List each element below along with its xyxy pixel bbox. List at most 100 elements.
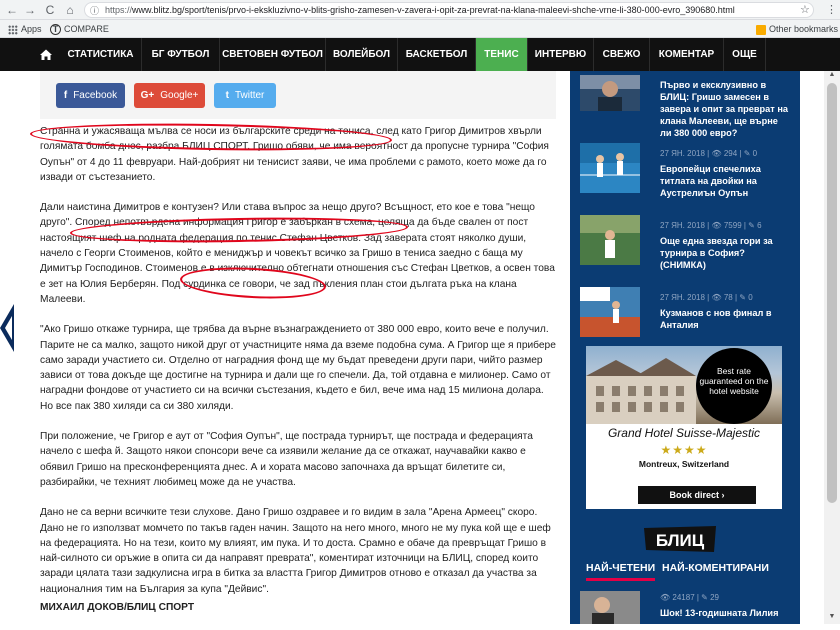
- page-scrollbar[interactable]: ▲ ▼: [824, 71, 840, 624]
- news-views: 78: [723, 293, 733, 302]
- article-paragraph: Дано не са верни всичките тези слухове. …: [40, 507, 551, 595]
- news-title: Кузманов с нов финал в Анталия: [660, 308, 772, 330]
- news-comments: 29: [710, 593, 720, 602]
- forward-arrow-icon[interactable]: →: [22, 2, 38, 18]
- home-nav-icon[interactable]: [34, 38, 58, 71]
- news-title: Европейци спечелиха титлата на двойки на…: [660, 164, 761, 198]
- reload-icon[interactable]: C: [42, 2, 58, 18]
- browser-toolbar: ← → C ⌂ https://www.blitz.bg/sport/tenis…: [0, 0, 840, 20]
- article-paragraph: Странна и ужасяваща мълва се носи из бъл…: [40, 126, 549, 183]
- nav-item-volleyball[interactable]: ВОЛЕЙБОЛ: [326, 38, 398, 71]
- home-icon[interactable]: ⌂: [62, 2, 78, 18]
- news-thumbnail: [580, 143, 640, 193]
- url-protocol: https://: [105, 5, 133, 15]
- tab-most-read[interactable]: НАЙ-ЧЕТЕНИ: [586, 555, 656, 581]
- site-navigation: СТАТИСТИКА БГ ФУТБОЛ СВЕТОВЕН ФУТБОЛ ВОЛ…: [0, 38, 840, 71]
- nav-item-bg-football[interactable]: БГ ФУТБОЛ: [142, 38, 220, 71]
- google-plus-icon: G+: [140, 90, 155, 101]
- share-bar: f Facebook G+ Google+ t Twitter: [40, 71, 556, 119]
- blic-logo: БЛИЦ: [644, 526, 716, 552]
- news-comments: 0: [752, 149, 758, 158]
- bookmark-other-label: Other bookmarks: [769, 24, 839, 34]
- nav-item-tennis[interactable]: ТЕНИС: [476, 38, 528, 71]
- nav-item-statistics[interactable]: СТАТИСТИКА: [60, 38, 142, 71]
- nav-item-interview[interactable]: ИНТЕРВЮ: [528, 38, 594, 71]
- views-icon: 👁: [711, 149, 722, 158]
- popular-news-item[interactable]: 👁 24187 | ✎ 29 Шок! 13-годишната Лилия: [580, 591, 790, 624]
- hotel-location: Montreux, Switzerland: [638, 459, 730, 469]
- article-paragraph: Дали наистина Димитров е контузен? Или с…: [40, 202, 555, 305]
- news-meta: 27 ЯН. 2018 | 👁 294 | ✎ 0: [660, 149, 758, 158]
- comments-icon: ✎: [748, 221, 755, 230]
- news-title: Шок! 13-годишната Лилия: [660, 608, 779, 618]
- bookmark-star-icon[interactable]: ☆: [800, 3, 810, 16]
- scroll-down-icon[interactable]: ▼: [824, 613, 840, 620]
- sidebar-news-item[interactable]: 27 ЯН. 2018 | 👁 78 | ✎ 0 Кузманов с нов …: [580, 287, 790, 343]
- article-byline: МИХАИЛ ДОКОВ/БЛИЦ СПОРТ: [40, 602, 195, 614]
- bookmark-compare-label: COMPARE: [64, 24, 109, 34]
- nav-item-fresh[interactable]: СВЕЖО: [594, 38, 650, 71]
- back-arrow-icon[interactable]: ←: [4, 2, 20, 18]
- book-direct-button[interactable]: Book direct ›: [638, 486, 756, 504]
- news-thumbnail: [580, 287, 640, 337]
- news-meta: 27 ЯН. 2018 | 👁 78 | ✎ 0: [660, 293, 753, 302]
- tab-most-commented[interactable]: НАЙ-КОМЕНТИРАНИ: [662, 555, 769, 581]
- twitter-share-button[interactable]: t Twitter: [214, 83, 276, 108]
- hotel-advertisement[interactable]: Best rate guaranteed on the hotel websit…: [586, 346, 782, 509]
- blic-logo-text: БЛИЦ: [656, 531, 705, 550]
- best-rate-badge: Best rate guaranteed on the hotel websit…: [696, 348, 772, 424]
- nav-item-more[interactable]: ОЩЕ: [724, 38, 766, 71]
- views-icon: 👁: [660, 593, 671, 602]
- scrollbar-thumb[interactable]: [827, 83, 837, 503]
- folder-icon: [756, 24, 766, 35]
- sidebar-news-item[interactable]: 27 ЯН. 2018 | 👁 7599 | ✎ 6 Още една звез…: [580, 215, 790, 271]
- hotel-stars-icon: ★★★★: [660, 443, 708, 457]
- bookmark-apps[interactable]: Apps: [8, 23, 42, 35]
- prev-article-arrow-inner: [5, 316, 12, 340]
- info-icon[interactable]: ⓘ: [90, 4, 99, 17]
- google-share-label: Google+: [160, 90, 199, 101]
- nav-item-basketball[interactable]: БАСКЕТБОЛ: [398, 38, 476, 71]
- twitter-icon: t: [225, 90, 229, 101]
- bookmark-compare[interactable]: T COMPARE: [50, 23, 109, 35]
- article-body: Странна и ужасяваща мълва се носи из бъл…: [40, 124, 556, 630]
- news-date: 27 ЯН. 2018: [660, 221, 705, 230]
- news-title: Първо и ексклузивно в БЛИЦ: Гришо замесе…: [660, 80, 788, 138]
- url-text: www.blitz.bg/sport/tenis/prvo-i-ekskluzi…: [132, 5, 735, 15]
- news-thumbnail: [580, 591, 640, 624]
- news-title: Още една звезда гори за турнира в София?…: [660, 236, 773, 270]
- news-thumbnail: [580, 75, 640, 111]
- scroll-up-icon[interactable]: ▲: [824, 71, 840, 78]
- news-comments: 6: [757, 221, 762, 230]
- news-meta: 👁 24187 | ✎ 29: [660, 593, 720, 602]
- news-views: 24187: [672, 593, 695, 602]
- facebook-share-button[interactable]: f Facebook: [56, 83, 125, 108]
- compare-logo-icon: T: [50, 24, 61, 35]
- news-date: 27 ЯН. 2018: [660, 293, 705, 302]
- nav-item-world-football[interactable]: СВЕТОВЕН ФУТБОЛ: [220, 38, 326, 71]
- nav-item-comment[interactable]: КОМЕНТАР: [650, 38, 724, 71]
- news-comments: 0: [748, 293, 753, 302]
- google-share-button[interactable]: G+ Google+: [134, 83, 205, 108]
- article-paragraph: При положение, че Григор е аут от "София…: [40, 431, 533, 488]
- comments-icon: ✎: [743, 149, 751, 158]
- bookmark-apps-label: Apps: [21, 24, 42, 34]
- browser-menu-icon[interactable]: ⋮: [826, 3, 837, 16]
- article-paragraph: "Ако Гришо откаже турнира, ще трябва да …: [40, 324, 556, 412]
- facebook-icon: f: [63, 90, 68, 101]
- sidebar-news-item[interactable]: 27 ЯН. 2018 | 👁 294 | ✎ 0 Европейци спеч…: [580, 143, 790, 199]
- bookmark-other[interactable]: Other bookmarks: [756, 23, 838, 35]
- address-bar[interactable]: https://www.blitz.bg/sport/tenis/prvo-i-…: [84, 2, 814, 18]
- twitter-share-label: Twitter: [234, 90, 265, 101]
- apps-grid-icon: [8, 24, 18, 35]
- facebook-share-label: Facebook: [73, 90, 118, 101]
- sidebar-tabs: НАЙ-ЧЕТЕНИ НАЙ-КОМЕНТИРАНИ: [570, 555, 800, 581]
- views-icon: 👁: [711, 293, 722, 302]
- views-icon: 👁: [711, 221, 722, 230]
- news-meta: 27 ЯН. 2018 | 👁 7599 | ✎ 6: [660, 221, 762, 230]
- bookmarks-bar: Apps T COMPARE Other bookmarks: [0, 20, 840, 38]
- comments-icon: ✎: [739, 293, 746, 302]
- sidebar-news-item[interactable]: Първо и ексклузивно в БЛИЦ: Гришо замесе…: [580, 71, 790, 138]
- comments-icon: ✎: [701, 593, 708, 602]
- news-thumbnail: [580, 215, 640, 265]
